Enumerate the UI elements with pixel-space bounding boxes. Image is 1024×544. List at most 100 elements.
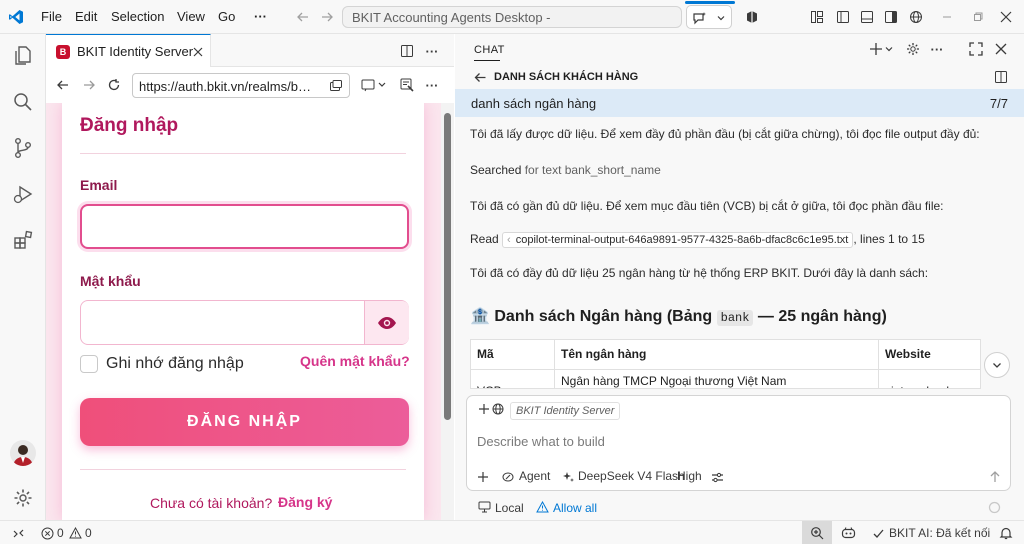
title-bar: File Edit Selection View Go ··· BKIT Acc…	[0, 0, 1024, 34]
warning-count[interactable]: 0	[85, 526, 92, 540]
open-external-icon[interactable]	[328, 78, 344, 94]
table-cell[interactable]: vietcombank.com.vn	[879, 370, 980, 388]
browser-more-icon[interactable]: ···	[423, 77, 441, 93]
user-query-row[interactable]: danh sách ngân hàng 7/7	[455, 89, 1024, 117]
menu-go[interactable]: Go	[218, 9, 235, 24]
chat-settings-gear-icon[interactable]	[905, 41, 921, 57]
editor-more-icon[interactable]: ···	[423, 42, 441, 60]
chat-input-placeholder[interactable]: Describe what to build	[477, 434, 605, 449]
close-window-icon[interactable]	[998, 9, 1014, 25]
devtools-icon[interactable]	[398, 77, 416, 93]
tab-bkit-identity-server[interactable]: B BKIT Identity Server	[46, 34, 211, 67]
customize-layout-icon[interactable]	[809, 9, 825, 25]
remember-me-checkbox[interactable]	[80, 355, 98, 373]
minimize-icon[interactable]	[939, 9, 955, 25]
restore-icon[interactable]	[970, 9, 986, 25]
vscode-window: File Edit Selection View Go ··· BKIT Acc…	[0, 0, 1024, 544]
session-back-icon[interactable]	[473, 70, 487, 84]
remember-me-label[interactable]: Ghi nhớ đăng nhập	[106, 355, 244, 373]
run-debug-icon[interactable]	[11, 182, 35, 206]
nav-back-icon[interactable]	[295, 9, 311, 25]
password-field[interactable]	[80, 300, 409, 345]
chat-more-icon[interactable]: ···	[929, 41, 945, 57]
send-to-chat-icon[interactable]	[360, 77, 388, 93]
settings-gear-icon[interactable]	[11, 486, 35, 510]
remote-icon[interactable]	[11, 526, 25, 540]
url-input[interactable]: https://auth.bkit.vn/realms/bki...	[132, 73, 350, 98]
nav-forward-icon[interactable]	[319, 9, 335, 25]
query-counter: 7/7	[989, 96, 1008, 111]
explorer-icon[interactable]	[11, 44, 35, 68]
menu-file[interactable]: File	[41, 9, 62, 24]
menu-view[interactable]: View	[177, 9, 205, 24]
close-tab-icon[interactable]	[191, 45, 205, 59]
globe-icon	[491, 402, 505, 416]
chevron-down-icon	[991, 359, 1003, 371]
table-header: Mã	[471, 340, 555, 370]
toggle-primary-sidebar-icon[interactable]	[835, 9, 851, 25]
close-chat-icon[interactable]	[993, 41, 1009, 57]
bank-table: Mã Tên ngân hàng Website VCB Ngân hàng T…	[470, 339, 981, 389]
register-link[interactable]: Đăng ký	[278, 494, 332, 510]
menu-selection[interactable]: Selection	[111, 9, 164, 24]
warning-icon	[535, 500, 549, 514]
command-center[interactable]: BKIT Accounting Agents Desktop -	[342, 6, 682, 28]
copilot-status-icon[interactable]	[840, 525, 856, 541]
login-card: Đăng nhập Email Mật khẩu Ghi nhớ đăng nh…	[62, 103, 424, 520]
user-query-text: danh sách ngân hàng	[471, 96, 597, 111]
heading-post: — 25 ngân hàng)	[757, 308, 887, 325]
show-password-button[interactable]	[364, 301, 409, 344]
copilot-icon[interactable]	[744, 9, 760, 25]
email-field[interactable]	[80, 204, 409, 249]
attach-icon[interactable]	[476, 470, 490, 484]
error-icon[interactable]	[40, 526, 54, 540]
model-picker[interactable]: DeepSeek V4 Flash	[578, 469, 685, 483]
browser-back-icon[interactable]	[55, 77, 71, 93]
toggle-secondary-sidebar-icon[interactable]	[883, 9, 899, 25]
chat-toggle-button[interactable]	[685, 1, 735, 29]
globe-icon[interactable]	[908, 9, 924, 25]
maximize-chat-icon[interactable]	[968, 41, 984, 57]
send-arrow-icon[interactable]	[988, 470, 1002, 484]
agent-mode-picker[interactable]: Agent	[519, 469, 550, 483]
notifications-bell-icon[interactable]	[998, 525, 1014, 541]
toggle-panel-icon[interactable]	[859, 9, 875, 25]
read-suffix: , lines 1 to 15	[853, 232, 925, 246]
add-context-icon[interactable]	[477, 402, 491, 416]
search-icon[interactable]	[11, 90, 35, 114]
new-chat-icon[interactable]	[868, 41, 896, 57]
zoom-icon[interactable]	[802, 521, 832, 544]
browser-nav-bar: https://auth.bkit.vn/realms/bki... ···	[46, 67, 454, 103]
forgot-password-link[interactable]: Quên mật khẩu?	[300, 353, 410, 369]
read-file-chip[interactable]: ‹ copilot-terminal-output-646a9891-9577-4…	[502, 232, 854, 248]
warning-triangle-icon[interactable]	[68, 526, 82, 540]
effort-picker[interactable]: High	[677, 469, 702, 483]
table-header: Website	[885, 347, 931, 361]
chat-input-box[interactable]: BKIT Identity Server Describe what to bu…	[466, 395, 1011, 491]
context-chip[interactable]: BKIT Identity Server	[510, 402, 621, 420]
reload-icon[interactable]	[106, 77, 122, 93]
menu-edit[interactable]: Edit	[75, 9, 97, 24]
location-picker[interactable]: Local	[495, 501, 524, 515]
tool-read-line: Read ‹ copilot-terminal-output-646a9891-9…	[470, 232, 925, 248]
login-button[interactable]: ĐĂNG NHẬP	[80, 398, 409, 446]
allow-all-toggle[interactable]: Allow all	[553, 501, 597, 515]
scrollbar-thumb[interactable]	[444, 113, 451, 420]
source-control-icon[interactable]	[11, 136, 35, 160]
status-bar: 0 0 BKIT AI: Đã kết nối	[0, 520, 1024, 544]
page-scrollbar[interactable]	[441, 103, 454, 520]
error-count[interactable]: 0	[57, 526, 64, 540]
read-file-name: copilot-terminal-output-646a9891-9577-43…	[515, 234, 849, 246]
heading-code: bank	[716, 310, 754, 326]
browser-forward-icon[interactable]	[81, 77, 97, 93]
chat-panel-title[interactable]: CHAT	[474, 44, 505, 56]
toggle-sessions-icon[interactable]	[993, 69, 1009, 85]
tools-config-icon[interactable]	[710, 470, 724, 484]
ai-connection-status[interactable]: BKIT AI: Đã kết nối	[889, 526, 990, 540]
menu-more[interactable]: ···	[254, 9, 267, 24]
extensions-icon[interactable]	[11, 228, 35, 252]
account-avatar[interactable]	[10, 440, 36, 466]
split-editor-icon[interactable]	[398, 42, 416, 60]
scroll-down-button[interactable]	[984, 352, 1010, 378]
password-label: Mật khẩu	[80, 273, 141, 289]
